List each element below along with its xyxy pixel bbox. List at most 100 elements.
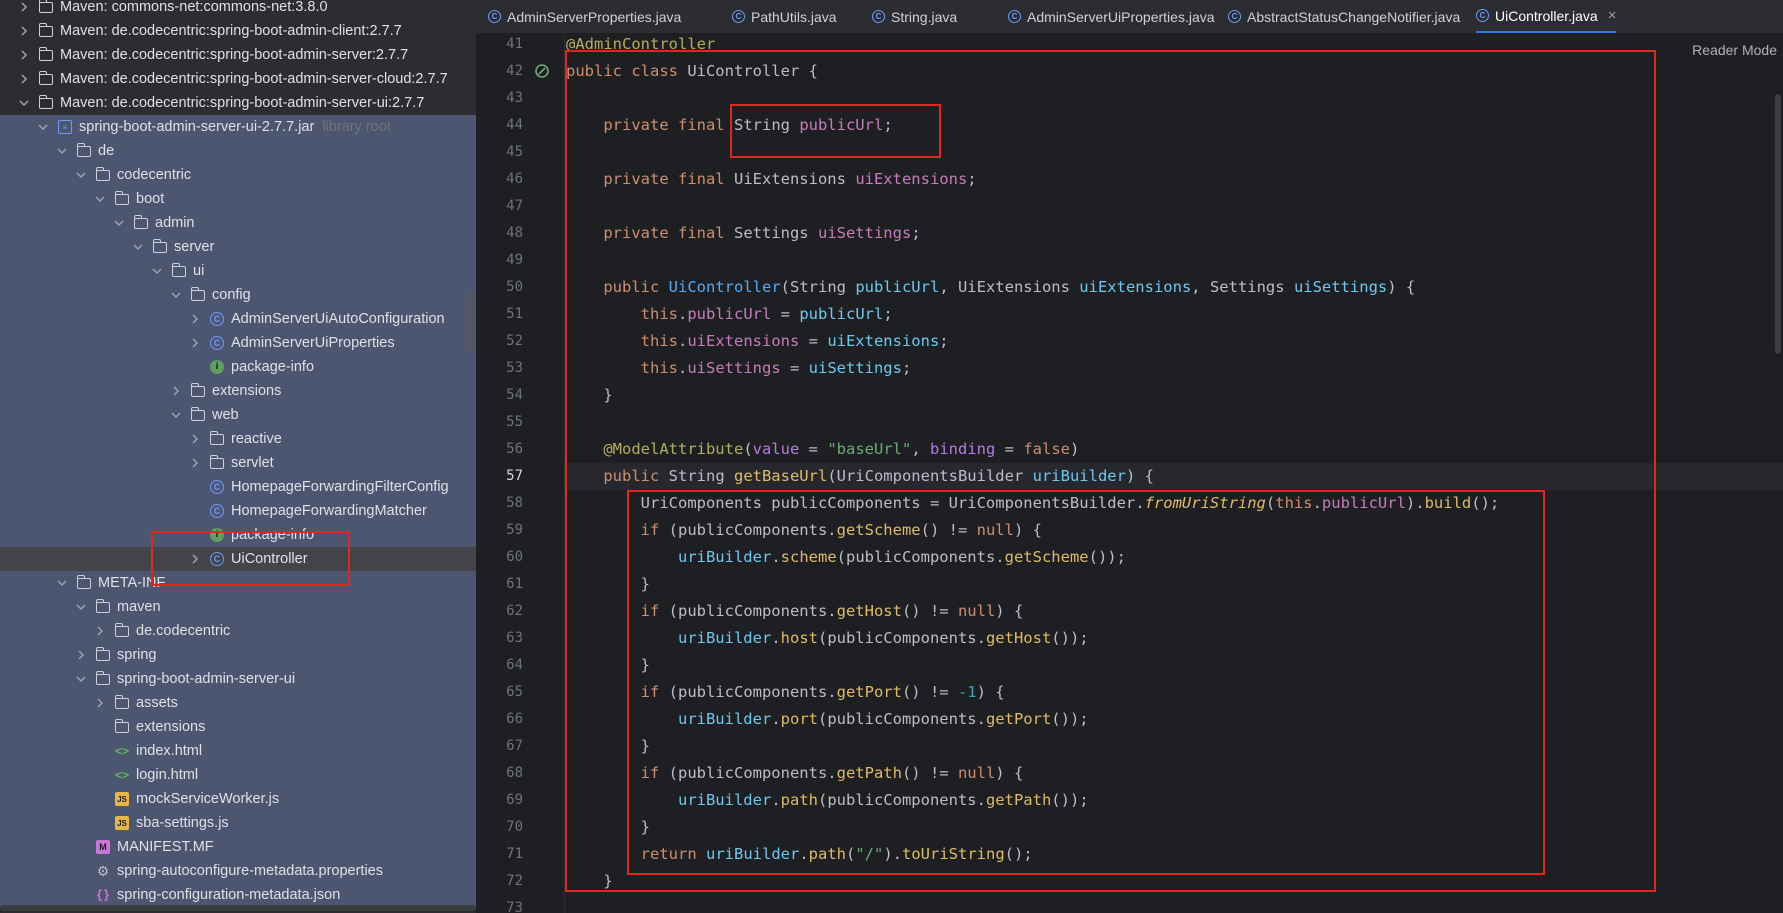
code-line[interactable]: } bbox=[566, 733, 650, 760]
tree-item[interactable]: C AdminServerUiAutoConfiguration bbox=[0, 307, 476, 331]
tree-item[interactable]: boot bbox=[0, 187, 476, 211]
chevron-right-icon[interactable] bbox=[94, 697, 106, 709]
code-line[interactable]: uriBuilder.host(publicComponents.getHost… bbox=[566, 625, 1089, 652]
code-line[interactable]: @AdminController bbox=[566, 34, 715, 58]
tree-item[interactable]: Maven: de.codecentric:spring-boot-admin-… bbox=[0, 67, 476, 91]
chevron-right-icon[interactable] bbox=[189, 553, 201, 565]
code-line[interactable]: private final UiExtensions uiExtensions; bbox=[566, 166, 976, 193]
chevron-right-icon[interactable] bbox=[18, 73, 30, 85]
code-line[interactable]: private final Settings uiSettings; bbox=[566, 220, 920, 247]
spring-bean-gutter-icon[interactable] bbox=[534, 63, 550, 79]
editor-tab[interactable]: C AbstractStatusChangeNotifier.java bbox=[1228, 0, 1460, 33]
chevron-right-icon[interactable] bbox=[170, 385, 182, 397]
code-line[interactable]: this.publicUrl = publicUrl; bbox=[566, 301, 893, 328]
tree-item[interactable]: server bbox=[0, 235, 476, 259]
code-line[interactable]: if (publicComponents.getPort() != -1) { bbox=[566, 679, 1005, 706]
tree-item[interactable]: spring-boot-admin-server-ui bbox=[0, 667, 476, 691]
chevron-right-icon[interactable] bbox=[94, 625, 106, 637]
tree-item[interactable]: servlet bbox=[0, 451, 476, 475]
close-icon[interactable]: × bbox=[1608, 7, 1617, 24]
editor-tab[interactable]: C AdminServerProperties.java bbox=[488, 0, 681, 33]
tree-item[interactable]: <> index.html bbox=[0, 739, 476, 763]
chevron-down-icon[interactable] bbox=[113, 217, 125, 229]
code-line[interactable]: uriBuilder.scheme(publicComponents.getSc… bbox=[566, 544, 1126, 571]
code-line[interactable]: } bbox=[566, 571, 650, 598]
chevron-right-icon[interactable] bbox=[18, 49, 30, 61]
chevron-down-icon[interactable] bbox=[37, 121, 49, 133]
editor-tab[interactable]: C PathUtils.java bbox=[732, 0, 837, 33]
tree-item[interactable]: C AdminServerUiProperties bbox=[0, 331, 476, 355]
chevron-down-icon[interactable] bbox=[56, 577, 68, 589]
code-line[interactable]: public class UiController { bbox=[566, 58, 818, 85]
tree-item[interactable]: Maven: de.codecentric:spring-boot-admin-… bbox=[0, 91, 476, 115]
code-editor[interactable]: 41 42 43 44 45 46 47 48 49 50 51 52 53 54 55 56 57 58 59 60… bbox=[476, 34, 1783, 913]
tree-scrollbar[interactable] bbox=[467, 292, 473, 352]
editor-scrollbar[interactable] bbox=[1775, 94, 1781, 354]
tree-item[interactable]: reactive bbox=[0, 427, 476, 451]
tree-item[interactable]: C HomepageForwardingMatcher bbox=[0, 499, 476, 523]
chevron-down-icon[interactable] bbox=[18, 97, 30, 109]
code-line[interactable]: this.uiExtensions = uiExtensions; bbox=[566, 328, 949, 355]
tree-item[interactable]: i package-info bbox=[0, 355, 476, 379]
code-line[interactable]: if (publicComponents.getPath() != null) … bbox=[566, 760, 1024, 787]
tree-item[interactable]: Maven: de.codecentric:spring-boot-admin-… bbox=[0, 19, 476, 43]
tree-item[interactable]: Maven: de.codecentric:spring-boot-admin-… bbox=[0, 43, 476, 67]
code-line[interactable]: } bbox=[566, 652, 650, 679]
tree-item[interactable]: {} spring-configuration-metadata.json bbox=[0, 883, 476, 907]
code-line[interactable]: } bbox=[566, 814, 650, 841]
chevron-down-icon[interactable] bbox=[132, 241, 144, 253]
tree-item[interactable]: i package-info bbox=[0, 523, 476, 547]
code-line[interactable]: } bbox=[566, 868, 612, 895]
tree-item[interactable]: de bbox=[0, 139, 476, 163]
chevron-right-icon[interactable] bbox=[189, 433, 201, 445]
editor-tab[interactable]: C AdminServerUiProperties.java bbox=[1008, 0, 1215, 33]
tree-item[interactable]: ⚙ spring-autoconfigure-metadata.propertie… bbox=[0, 859, 476, 883]
code-line[interactable]: uriBuilder.port(publicComponents.getPort… bbox=[566, 706, 1089, 733]
code-line[interactable]: if (publicComponents.getScheme() != null… bbox=[566, 517, 1042, 544]
code-line[interactable]: this.uiSettings = uiSettings; bbox=[566, 355, 912, 382]
code-line[interactable]: UriComponents publicComponents = UriComp… bbox=[566, 490, 1500, 517]
chevron-down-icon[interactable] bbox=[75, 673, 87, 685]
tree-item[interactable]: META-INF bbox=[0, 571, 476, 595]
chevron-right-icon[interactable] bbox=[189, 337, 201, 349]
tree-item[interactable]: de.codecentric bbox=[0, 619, 476, 643]
chevron-right-icon[interactable] bbox=[75, 649, 87, 661]
tree-item[interactable]: extensions bbox=[0, 379, 476, 403]
code-line[interactable]: public String getBaseUrl(UriComponentsBu… bbox=[566, 463, 1154, 490]
tree-item[interactable]: JS sba-settings.js bbox=[0, 811, 476, 835]
tree-item[interactable]: web bbox=[0, 403, 476, 427]
chevron-down-icon[interactable] bbox=[151, 265, 163, 277]
tree-item[interactable]: ui bbox=[0, 259, 476, 283]
chevron-right-icon[interactable] bbox=[189, 313, 201, 325]
tree-item[interactable]: C UiController bbox=[0, 547, 476, 571]
chevron-down-icon[interactable] bbox=[170, 289, 182, 301]
tree-item[interactable]: maven bbox=[0, 595, 476, 619]
tree-horizontal-scrollbar[interactable] bbox=[0, 905, 476, 911]
code-line[interactable]: @ModelAttribute(value = "baseUrl", bindi… bbox=[566, 436, 1079, 463]
code-line[interactable]: return uriBuilder.path("/").toUriString(… bbox=[566, 841, 1033, 868]
code-line[interactable]: public UiController(String publicUrl, Ui… bbox=[566, 274, 1415, 301]
code-line[interactable]: if (publicComponents.getHost() != null) … bbox=[566, 598, 1024, 625]
tree-item[interactable]: Maven: commons-net:commons-net:3.8.0 bbox=[0, 0, 476, 19]
tree-item[interactable]: ≡ spring-boot-admin-server-ui-2.7.7.jar li… bbox=[0, 115, 476, 139]
tree-item[interactable]: assets bbox=[0, 691, 476, 715]
chevron-down-icon[interactable] bbox=[75, 169, 87, 181]
chevron-right-icon[interactable] bbox=[18, 1, 30, 13]
tree-item[interactable]: config bbox=[0, 283, 476, 307]
chevron-down-icon[interactable] bbox=[75, 601, 87, 613]
editor-tab[interactable]: C UiController.java × bbox=[1476, 0, 1617, 33]
chevron-right-icon[interactable] bbox=[189, 457, 201, 469]
tree-item[interactable]: <> login.html bbox=[0, 763, 476, 787]
tree-item[interactable]: C HomepageForwardingFilterConfig bbox=[0, 475, 476, 499]
tree-item[interactable]: codecentric bbox=[0, 163, 476, 187]
chevron-down-icon[interactable] bbox=[170, 409, 182, 421]
editor-tab[interactable]: C String.java bbox=[872, 0, 957, 33]
chevron-down-icon[interactable] bbox=[94, 193, 106, 205]
tree-item[interactable]: admin bbox=[0, 211, 476, 235]
tree-item[interactable]: extensions bbox=[0, 715, 476, 739]
code-line[interactable]: private final String publicUrl; bbox=[566, 112, 892, 139]
reader-mode-toggle[interactable]: Reader Mode bbox=[1686, 38, 1783, 62]
tree-item[interactable]: JS mockServiceWorker.js bbox=[0, 787, 476, 811]
code-line[interactable]: uriBuilder.path(publicComponents.getPath… bbox=[566, 787, 1089, 814]
tree-item[interactable]: M MANIFEST.MF bbox=[0, 835, 476, 859]
